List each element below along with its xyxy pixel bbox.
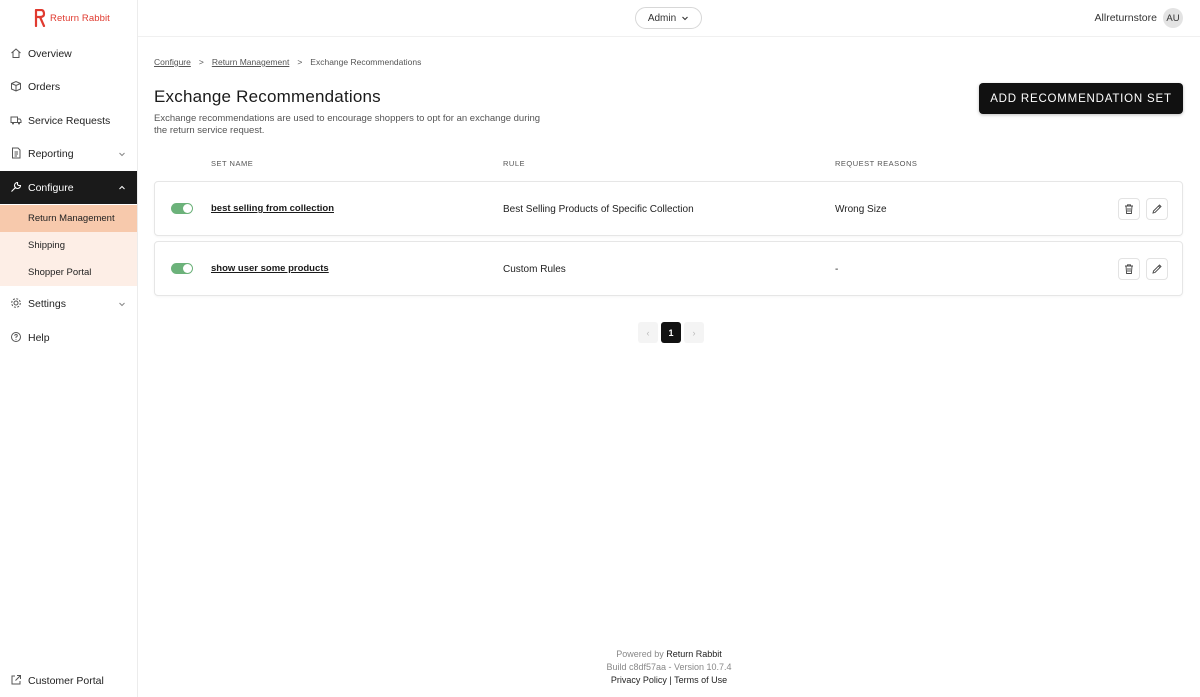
breadcrumb-configure[interactable]: Configure [154,57,191,67]
pencil-icon [1152,204,1162,214]
sidebar-item-label: Help [28,331,50,344]
enabled-toggle[interactable] [171,263,193,274]
pagination-page-button[interactable]: 1 [661,322,681,343]
sidebar: Return Rabbit Overview Orders Service Re… [0,0,138,697]
chevron-down-icon [682,16,689,21]
sidebar-subitem-shopper-portal[interactable]: Shopper Portal [0,259,137,286]
footer-links: Privacy Policy | Terms of Use [138,675,1200,685]
avatar[interactable]: AU [1163,8,1183,28]
report-icon [12,147,21,159]
table-row: best selling from collection Best Sellin… [154,181,1183,236]
sidebar-subitem-label: Shipping [28,240,65,251]
sidebar-item-settings[interactable]: Settings [0,287,137,320]
sidebar-subitem-label: Shopper Portal [28,267,92,278]
column-header-set-name: SET NAME [211,159,254,168]
sidebar-subitem-label: Return Management [28,213,115,224]
column-header-request-reasons: REQUEST REASONS [835,159,918,168]
trash-icon [1125,204,1133,214]
footer-build: Build c8df57aa - Version 10.7.4 [606,662,732,672]
footer-powered-by: Powered by Return Rabbit [138,649,1200,659]
box-icon [11,80,21,92]
top-bar: Admin Allreturnstore AU [138,0,1200,37]
breadcrumb-return-management[interactable]: Return Management [212,57,290,67]
chevron-up-icon [119,185,125,189]
footer-brand: Return Rabbit [666,649,722,659]
wrench-icon [11,181,22,192]
store-name[interactable]: Allreturnstore [1095,12,1157,24]
sidebar-subitem-shipping[interactable]: Shipping [0,232,137,259]
privacy-policy-link[interactable]: Privacy Policy [611,675,667,685]
external-link-icon [11,675,21,685]
footer-powered-prefix: Powered by [616,649,664,659]
chevron-down-icon [119,302,125,306]
home-icon [11,48,21,58]
page-title: Exchange Recommendations [154,87,381,106]
sidebar-subitem-return-management[interactable]: Return Management [0,205,137,232]
sidebar-item-label: Customer Portal [28,674,104,687]
breadcrumb: Configure > Return Management > Exchange… [154,57,421,67]
help-icon [11,332,21,342]
set-name-link[interactable]: best selling from collection [211,203,334,214]
table-row: show user some products Custom Rules - [154,241,1183,296]
column-header-rule: RULE [503,159,526,168]
sidebar-item-label: Service Requests [28,114,111,127]
delete-button[interactable] [1118,258,1140,280]
add-recommendation-set-button[interactable]: ADD RECOMMENDATION SET [979,83,1183,114]
breadcrumb-current: Exchange Recommendations [310,57,422,67]
rabbit-logo-icon [34,9,46,27]
request-reasons-cell: Wrong Size [835,204,887,215]
breadcrumb-separator: > [198,57,204,67]
footer-divider: | [669,675,672,685]
sidebar-item-help[interactable]: Help [0,321,137,354]
enabled-toggle[interactable] [171,203,193,214]
sidebar-item-orders[interactable]: Orders [0,70,137,103]
sidebar-item-service-requests[interactable]: Service Requests [0,104,137,137]
sidebar-item-configure[interactable]: Configure [0,171,137,204]
role-label: Admin [647,12,677,24]
pagination-prev-button[interactable]: ‹ [638,322,658,343]
toggle-knob [183,204,192,213]
brand-name: Return Rabbit [50,12,110,24]
trash-icon [1125,264,1133,274]
pagination-next-button[interactable]: › [684,322,704,343]
truck-icon [10,116,22,125]
gear-icon [11,298,21,308]
sidebar-item-reporting[interactable]: Reporting [0,137,137,170]
sidebar-item-overview[interactable]: Overview [0,37,137,70]
toggle-knob [183,264,192,273]
role-switcher-button[interactable]: Admin [635,7,702,29]
pencil-icon [1152,264,1162,274]
delete-button[interactable] [1118,198,1140,220]
request-reasons-cell: - [835,264,839,275]
sidebar-item-label: Settings [28,297,66,310]
breadcrumb-separator: > [297,57,303,67]
sidebar-item-label: Reporting [28,147,74,160]
rule-cell: Custom Rules [503,264,566,275]
terms-of-use-link[interactable]: Terms of Use [674,675,727,685]
sidebar-item-customer-portal[interactable]: Customer Portal [0,664,137,697]
rule-cell: Best Selling Products of Specific Collec… [503,204,694,215]
chevron-down-icon [119,152,125,156]
set-name-link[interactable]: show user some products [211,263,329,274]
sidebar-item-label: Orders [28,80,61,93]
sidebar-item-label: Configure [28,181,74,194]
brand-logo[interactable]: Return Rabbit [34,9,110,27]
edit-button[interactable] [1146,258,1168,280]
edit-button[interactable] [1146,198,1168,220]
page-description: Exchange recommendations are used to enc… [154,113,541,136]
sidebar-item-label: Overview [28,47,72,60]
